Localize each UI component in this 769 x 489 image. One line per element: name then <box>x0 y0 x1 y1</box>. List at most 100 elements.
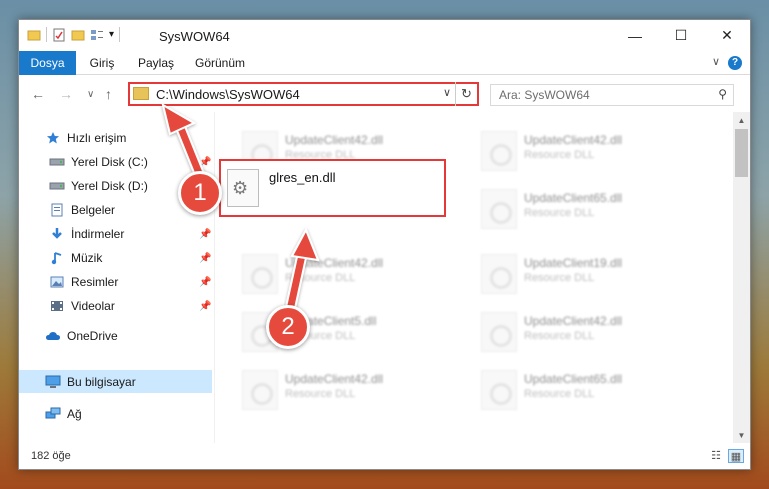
sidebar-item-label: Yerel Disk (D:) <box>71 179 148 193</box>
customize-icon[interactable] <box>90 28 104 42</box>
help-icon[interactable]: ? <box>728 56 742 70</box>
dll-file-icon <box>242 370 278 410</box>
address-bar[interactable]: C:\Windows\SysWOW64 ∨ ↻ <box>128 82 479 106</box>
dll-file-icon <box>481 131 517 171</box>
file-type: Resource DLL <box>524 149 595 161</box>
pin-icon[interactable]: 📌 <box>199 301 211 312</box>
file-type: Resource DLL <box>285 388 356 400</box>
file-tile[interactable]: UpdateClient42.dll Resource DLL <box>236 363 466 415</box>
sidebar-item-label: Ağ <box>67 407 82 421</box>
file-name: UpdateClient42.dll <box>524 133 623 147</box>
file-type: Resource DLL <box>524 388 595 400</box>
drive-icon <box>49 155 65 169</box>
toolbar-dropdown-icon[interactable]: ▾ <box>109 29 114 40</box>
file-tile[interactable]: UpdateClient42.dll Resource DLL <box>236 247 466 299</box>
sidebar-item-label: Bu bilgisayar <box>67 375 136 389</box>
file-tile[interactable]: UpdateClient42.dll Resource DLL <box>475 305 705 357</box>
download-icon <box>49 227 65 241</box>
file-name: UpdateClient19.dll <box>524 256 623 270</box>
back-button[interactable]: ← <box>31 86 45 102</box>
pin-icon[interactable]: 📌 <box>199 253 211 264</box>
sidebar-item-onedrive[interactable]: OneDrive <box>45 325 118 347</box>
pin-icon[interactable]: 📌 <box>199 157 211 168</box>
ribbon-tabs: Dosya Giriş Paylaş Görünüm ∨ ? <box>19 51 750 75</box>
tab-file[interactable]: Dosya <box>19 51 76 75</box>
music-icon <box>49 251 65 265</box>
folder-icon[interactable] <box>27 28 41 42</box>
sidebar-item-drive-c[interactable]: Yerel Disk (C:) 📌 <box>49 151 211 173</box>
cloud-icon <box>45 329 61 343</box>
computer-icon <box>45 375 61 389</box>
file-name: UpdateClient65.dll <box>524 191 623 205</box>
close-button[interactable]: ✕ <box>704 20 750 51</box>
sidebar-item-music[interactable]: Müzik 📌 <box>49 247 211 269</box>
file-tile[interactable]: UpdateClient65.dll Resource DLL <box>475 363 705 415</box>
vertical-scrollbar[interactable]: ▲ ▼ <box>733 112 750 444</box>
video-icon <box>49 299 65 313</box>
dll-file-icon <box>481 312 517 352</box>
up-button[interactable]: ↑ <box>105 86 112 102</box>
sidebar-item-quick-access[interactable]: Hızlı erişim <box>45 127 126 149</box>
sidebar-item-network[interactable]: Ağ <box>45 403 82 425</box>
document-icon <box>49 203 65 217</box>
recent-locations-button[interactable]: ∨ <box>87 89 94 100</box>
pin-icon[interactable]: 📌 <box>199 229 211 240</box>
scrollbar-thumb[interactable] <box>735 129 748 177</box>
properties-icon[interactable] <box>52 28 66 42</box>
search-icon[interactable]: ⚲ <box>718 87 727 101</box>
dll-file-icon <box>227 169 259 207</box>
tab-share[interactable]: Paylaş <box>131 51 181 75</box>
sidebar-item-downloads[interactable]: İndirmeler 📌 <box>49 223 211 245</box>
file-tile[interactable]: UpdateClient19.dll Resource DLL <box>475 247 705 299</box>
sidebar-item-pictures[interactable]: Resimler 📌 <box>49 271 211 293</box>
file-tile[interactable]: UpdateClient65.dll Resource DLL <box>475 182 705 234</box>
file-name: UpdateClient42.dll <box>524 314 623 328</box>
pin-icon[interactable]: 📌 <box>199 277 211 288</box>
expand-ribbon-icon[interactable]: ∨ <box>712 55 720 68</box>
sidebar-item-label: Müzik <box>71 251 103 265</box>
file-tile[interactable]: UpdateClient42.dll Resource DLL <box>475 124 705 176</box>
refresh-button[interactable]: ↻ <box>455 82 477 106</box>
sidebar-item-label: Resimler <box>71 275 119 289</box>
forward-button[interactable]: → <box>59 86 73 102</box>
dll-file-icon <box>481 189 517 229</box>
search-placeholder: Ara: SysWOW64 <box>499 88 590 102</box>
highlighted-file-name: glres_en.dll <box>269 170 336 185</box>
sidebar-item-label: Videolar <box>71 299 115 313</box>
pictures-icon <box>49 275 65 289</box>
item-count: 182 öğe <box>31 450 71 462</box>
highlighted-file-tile[interactable]: glres_en.dll <box>219 159 446 217</box>
minimize-button[interactable]: — <box>612 20 658 51</box>
explorer-window: ▾ SysWOW64 — ☐ ✕ Dosya Giriş Paylaş Görü… <box>18 19 751 470</box>
step-badge-2: 2 <box>266 305 310 349</box>
address-path[interactable]: C:\Windows\SysWOW64 <box>156 87 300 102</box>
sidebar-item-label: İndirmeler <box>71 227 125 241</box>
step-badge-1: 1 <box>178 171 222 215</box>
file-type: Resource DLL <box>524 330 595 342</box>
navigation-pane: Hızlı erişim Yerel Disk (C:) 📌 Yerel Dis… <box>19 112 215 444</box>
file-type: Resource DLL <box>524 207 595 219</box>
scroll-down-icon[interactable]: ▼ <box>733 427 750 444</box>
status-bar: 182 öğe ☷ ▦ <box>19 443 750 469</box>
file-name: UpdateClient42.dll <box>285 256 384 270</box>
sidebar-item-drive-d[interactable]: Yerel Disk (D:) <box>49 175 148 197</box>
sidebar-item-label: Hızlı erişim <box>67 131 127 145</box>
drive-icon <box>49 179 65 193</box>
dll-file-icon <box>481 254 517 294</box>
maximize-button[interactable]: ☐ <box>658 20 704 51</box>
details-view-icon[interactable]: ☷ <box>708 449 724 463</box>
search-input[interactable]: Ara: SysWOW64 ⚲ <box>490 84 734 106</box>
network-icon <box>45 407 61 421</box>
quick-access-toolbar: ▾ <box>27 27 121 42</box>
tab-view[interactable]: Görünüm <box>191 51 249 75</box>
title-bar: ▾ SysWOW64 — ☐ ✕ <box>19 20 750 51</box>
tiles-view-icon[interactable]: ▦ <box>728 449 744 463</box>
address-dropdown-icon[interactable]: ∨ <box>443 86 451 99</box>
dll-file-icon <box>481 370 517 410</box>
scroll-up-icon[interactable]: ▲ <box>733 112 750 129</box>
sidebar-item-label: Belgeler <box>71 203 116 217</box>
new-folder-icon[interactable] <box>71 28 85 42</box>
tab-home[interactable]: Giriş <box>82 51 122 75</box>
sidebar-item-this-pc[interactable]: Bu bilgisayar <box>45 371 136 393</box>
sidebar-item-videos[interactable]: Videolar 📌 <box>49 295 211 317</box>
